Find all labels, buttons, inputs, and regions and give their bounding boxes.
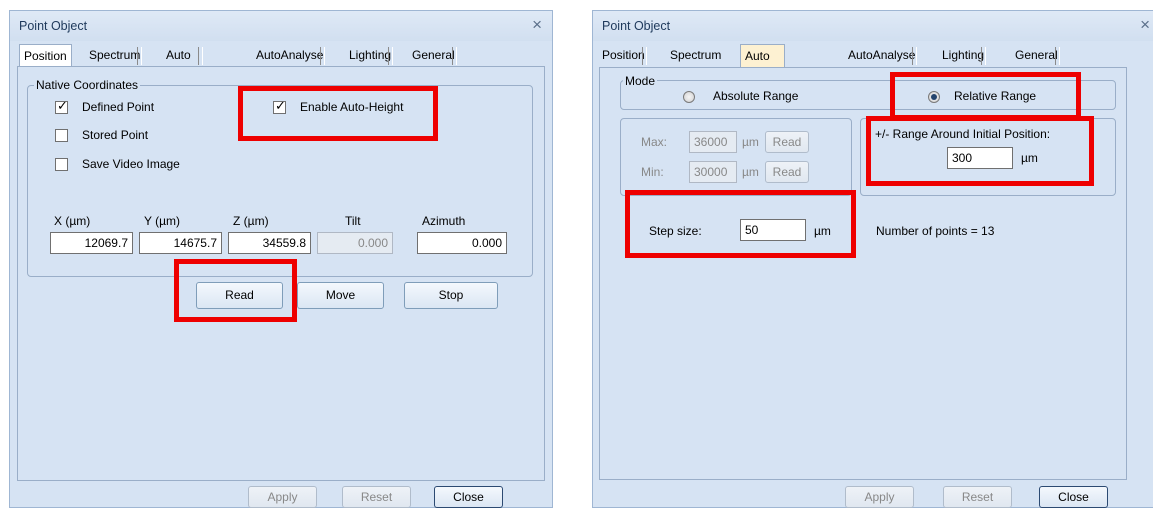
min-unit: µm <box>742 165 759 179</box>
y-field[interactable]: 14675.7 <box>139 232 222 254</box>
highlight-step-size <box>625 190 856 258</box>
defined-point-checkbox[interactable]: ✓ <box>55 98 68 114</box>
move-button[interactable]: Move <box>297 282 384 309</box>
group-title: Native Coordinates <box>34 78 141 92</box>
tab-position[interactable]: Position <box>19 44 72 67</box>
azimuth-field[interactable]: 0.000 <box>417 232 507 254</box>
max-read-button[interactable]: Read <box>765 131 809 153</box>
close-icon[interactable]: × <box>1140 16 1150 34</box>
tab-lighting[interactable]: Lighting <box>349 45 394 66</box>
save-video-checkbox[interactable] <box>55 158 68 171</box>
stored-point-label: Stored Point <box>82 128 149 142</box>
stored-point-checkbox[interactable] <box>55 129 68 142</box>
highlight-relative-range <box>890 72 1081 120</box>
max-unit: µm <box>742 135 759 149</box>
save-video-label: Save Video Image <box>82 157 180 171</box>
tab-auto-height[interactable]: Auto Height <box>166 45 203 83</box>
z-label: Z (µm) <box>233 214 269 228</box>
tab-auto-height[interactable]: Auto Height <box>740 44 785 85</box>
highlight-enable-auto-height <box>238 86 438 141</box>
check-icon: ✓ <box>57 98 68 113</box>
tab-position[interactable]: Position <box>602 45 647 66</box>
title-bar: Point Object × <box>593 11 1153 41</box>
tab-spectrum[interactable]: Spectrum <box>89 45 143 66</box>
close-button[interactable]: Close <box>1039 486 1108 508</box>
close-button[interactable]: Close <box>434 486 503 508</box>
tab-general[interactable]: General <box>1015 45 1060 66</box>
tab-general[interactable]: General <box>412 45 457 66</box>
absolute-range-group: Max: 36000 µm Read Min: 30000 µm Read <box>620 118 852 196</box>
defined-point-label: Defined Point <box>82 100 155 114</box>
stop-button[interactable]: Stop <box>404 282 498 309</box>
absolute-range-label: Absolute Range <box>713 89 799 103</box>
highlight-read-button <box>174 259 297 322</box>
apply-button[interactable]: Apply <box>845 486 914 508</box>
min-label: Min: <box>641 165 664 179</box>
min-read-button[interactable]: Read <box>765 161 809 183</box>
x-label: X (µm) <box>54 214 91 228</box>
max-field: 36000 <box>689 131 737 153</box>
y-label: Y (µm) <box>144 214 181 228</box>
apply-button[interactable]: Apply <box>248 486 317 508</box>
z-field[interactable]: 34559.8 <box>228 232 311 254</box>
dialog-title: Point Object <box>19 19 88 33</box>
tab-autoanalyse[interactable]: AutoAnalyse <box>848 45 918 66</box>
close-icon[interactable]: × <box>532 16 542 34</box>
mode-title: Mode <box>623 74 658 88</box>
number-of-points-text: Number of points = 13 <box>876 224 995 238</box>
reset-button[interactable]: Reset <box>943 486 1012 508</box>
x-field[interactable]: 12069.7 <box>50 232 133 254</box>
dialog-title: Point Object <box>602 19 671 33</box>
tilt-label: Tilt <box>345 214 361 228</box>
tab-spectrum[interactable]: Spectrum <box>670 45 721 66</box>
absolute-range-radio[interactable] <box>683 91 695 103</box>
min-field: 30000 <box>689 161 737 183</box>
title-bar: Point Object × <box>10 11 552 41</box>
reset-button[interactable]: Reset <box>342 486 411 508</box>
tilt-field: 0.000 <box>317 232 393 254</box>
highlight-range-around-initial <box>866 116 1094 186</box>
azimuth-label: Azimuth <box>422 214 466 228</box>
max-label: Max: <box>641 135 668 149</box>
tab-autoanalyse[interactable]: AutoAnalyse <box>256 45 326 66</box>
tab-lighting[interactable]: Lighting <box>942 45 987 66</box>
